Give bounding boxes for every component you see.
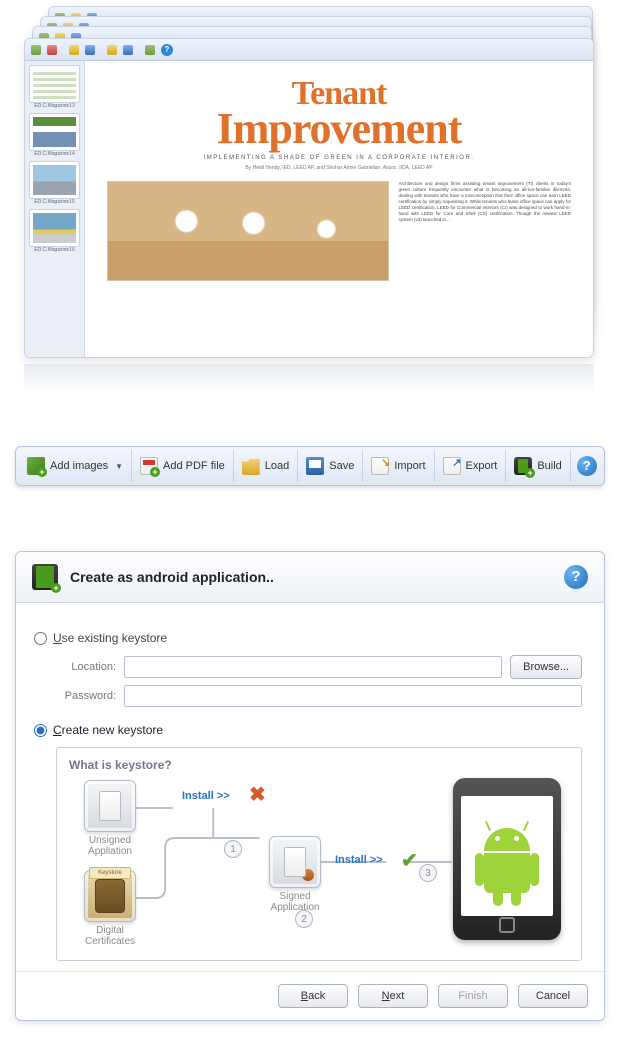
editor-window-stack: ? ED.C.Magazine13 ED.C.Magazine14 ED.C.M… <box>18 6 598 356</box>
folder-open-icon <box>242 457 260 475</box>
add-images-icon[interactable] <box>31 45 41 55</box>
reflection <box>24 364 594 396</box>
import-label: Import <box>394 460 425 472</box>
thumbnail[interactable] <box>29 161 80 199</box>
android-robot-icon <box>475 828 539 906</box>
import-icon <box>371 457 389 475</box>
page-title: Tenant Improvement <box>107 79 571 149</box>
editor-page-preview: Tenant Improvement IMPLEMENTING A SHADE … <box>85 61 593 357</box>
dialog-footer: Back Next Finish Cancel <box>16 971 604 1020</box>
load-button[interactable]: Load <box>234 450 298 482</box>
save-label: Save <box>329 460 354 472</box>
export-button[interactable]: Export <box>435 450 507 482</box>
add-pdf-label: Add PDF file <box>163 460 225 472</box>
export-icon[interactable] <box>123 45 133 55</box>
export-icon <box>443 457 461 475</box>
thumbnail-caption: ED.C.Magazine15 <box>29 199 80 205</box>
thumbnail-caption: ED.C.Magazine16 <box>29 247 80 253</box>
help-button[interactable]: ? <box>571 450 603 482</box>
signed-app-node: Signed Application <box>264 836 326 913</box>
dialog-help-button[interactable]: ? <box>564 565 588 589</box>
browse-button[interactable]: Browse... <box>510 655 582 679</box>
build-phone-icon <box>514 457 532 475</box>
keystore-label: Digital Certificates <box>79 925 141 947</box>
dropdown-caret-icon: ▼ <box>115 462 123 471</box>
add-images-button[interactable]: Add images ▼ <box>19 450 132 482</box>
document-signed-icon <box>269 836 321 888</box>
export-label: Export <box>466 460 498 472</box>
keystore-info-heading: What is keystore? <box>69 758 569 772</box>
create-new-keystore-input[interactable] <box>34 724 47 737</box>
editor-window-front: ? ED.C.Magazine13 ED.C.Magazine14 ED.C.M… <box>24 38 594 358</box>
finish-button: Finish <box>438 984 508 1008</box>
add-pdf-button[interactable]: Add PDF file <box>132 450 234 482</box>
step-3-badge: 3 <box>419 864 437 882</box>
build-icon[interactable] <box>145 45 155 55</box>
keystore-node: Digital Certificates <box>79 870 141 947</box>
create-android-dialog: Create as android application.. ? Use ex… <box>15 551 605 1021</box>
install-label-1: Install >> <box>182 790 230 802</box>
location-input[interactable] <box>124 656 502 678</box>
thumbnail-strip[interactable]: ED.C.Magazine13 ED.C.Magazine14 ED.C.Mag… <box>25 61 85 357</box>
load-icon[interactable] <box>69 45 79 55</box>
editor-mini-toolbar: ? <box>25 39 593 61</box>
keystore-diagram: Unsigned Appliation Digital Certificates… <box>69 778 569 948</box>
help-icon: ? <box>577 456 597 476</box>
import-button[interactable]: Import <box>363 450 434 482</box>
unsigned-app-label: Unsigned Appliation <box>79 835 141 857</box>
password-input[interactable] <box>124 685 582 707</box>
create-new-keystore-radio[interactable]: Create new keystore <box>34 723 582 737</box>
step-1-badge: 1 <box>224 840 242 858</box>
dialog-header: Create as android application.. ? <box>16 552 604 603</box>
keystore-icon <box>84 870 136 922</box>
android-build-icon <box>32 564 58 590</box>
dialog-title: Create as android application.. <box>70 569 274 585</box>
build-label: Build <box>537 460 561 472</box>
install-ok-icon <box>401 848 418 873</box>
page-subtitle: IMPLEMENTING A SHADE OF GREEN IN A CORPO… <box>107 155 571 161</box>
document-icon <box>84 780 136 832</box>
thumbnail[interactable] <box>29 113 80 151</box>
save-icon[interactable] <box>85 45 95 55</box>
thumbnail[interactable] <box>29 209 80 247</box>
thumbnail-caption: ED.C.Magazine14 <box>29 151 80 157</box>
use-existing-keystore-radio[interactable]: Use existing keystore <box>34 631 582 645</box>
save-icon <box>306 457 324 475</box>
password-label: Password: <box>56 690 116 702</box>
build-button[interactable]: Build <box>506 450 570 482</box>
keystore-info-box: What is keystore? Unsigned Appliation Di <box>56 747 582 961</box>
page-body-text: Architecture and design firms assisting … <box>399 181 572 281</box>
location-label: Location: <box>56 661 116 673</box>
main-toolbar: Add images ▼ Add PDF file Load Save Impo… <box>15 446 605 486</box>
add-pdf-icon[interactable] <box>47 45 57 55</box>
use-existing-keystore-input[interactable] <box>34 632 47 645</box>
page-byline: By Heidi Hendy, IED, LEED AP, and Shohar… <box>107 165 571 171</box>
page-photo <box>107 181 389 281</box>
next-button[interactable]: Next <box>358 984 428 1008</box>
install-label-2: Install >> <box>335 854 383 866</box>
thumbnail-caption: ED.C.Magazine13 <box>29 103 80 109</box>
cancel-button[interactable]: Cancel <box>518 984 588 1008</box>
step-2-badge: 2 <box>295 910 313 928</box>
signed-app-label: Signed Application <box>264 891 326 913</box>
add-pdf-icon <box>140 457 158 475</box>
unsigned-app-node: Unsigned Appliation <box>79 780 141 857</box>
add-images-label: Add images <box>50 460 108 472</box>
help-icon[interactable]: ? <box>161 44 173 56</box>
back-button[interactable]: Back <box>278 984 348 1008</box>
thumbnail[interactable] <box>29 65 80 103</box>
load-label: Load <box>265 460 289 472</box>
save-button[interactable]: Save <box>298 450 363 482</box>
install-fail-icon <box>249 782 266 807</box>
add-images-icon <box>27 457 45 475</box>
import-icon[interactable] <box>107 45 117 55</box>
